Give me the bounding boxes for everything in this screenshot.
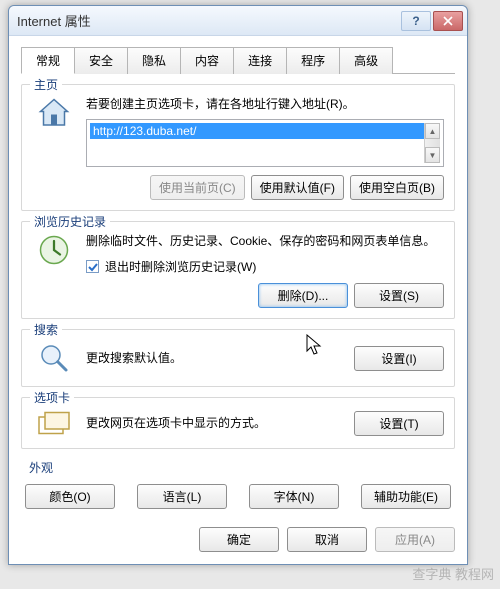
- delete-on-exit-checkbox[interactable]: 退出时删除浏览历史记录(W): [86, 258, 444, 275]
- fonts-button[interactable]: 字体(N): [249, 484, 339, 509]
- appearance-title: 外观: [25, 459, 451, 476]
- dialog-content: 常规 安全 隐私 内容 连接 程序 高级 主页 若要创建主页选项卡，请在各地址行…: [9, 36, 467, 564]
- tab-privacy[interactable]: 隐私: [127, 47, 181, 74]
- search-title: 搜索: [30, 321, 62, 338]
- homepage-title: 主页: [30, 76, 62, 93]
- close-button[interactable]: [433, 11, 463, 31]
- apply-button: 应用(A): [375, 527, 455, 552]
- tab-advanced[interactable]: 高级: [339, 47, 393, 74]
- home-icon: [36, 95, 72, 131]
- tabs-group: 选项卡 更改网页在选项卡中显示的方式。 设置(T): [21, 397, 455, 449]
- use-default-button[interactable]: 使用默认值(F): [251, 175, 344, 200]
- tabs-title: 选项卡: [30, 389, 74, 406]
- tab-programs[interactable]: 程序: [286, 47, 340, 74]
- scroll-down-icon[interactable]: ▼: [425, 147, 440, 163]
- history-group: 浏览历史记录 删除临时文件、历史记录、Cookie、保存的密码和网页表单信息。 …: [21, 221, 455, 319]
- delete-button[interactable]: 删除(D)...: [258, 283, 348, 308]
- checkbox-icon: [86, 260, 99, 273]
- close-icon: [443, 16, 453, 26]
- accessibility-button[interactable]: 辅助功能(E): [361, 484, 451, 509]
- watermark-text: 查字典 教程网: [412, 564, 494, 583]
- homepage-instruction: 若要创建主页选项卡，请在各地址行键入地址(R)。: [86, 95, 444, 113]
- tab-security[interactable]: 安全: [74, 47, 128, 74]
- homepage-group: 主页 若要创建主页选项卡，请在各地址行键入地址(R)。 http://123.d…: [21, 84, 455, 211]
- tab-general[interactable]: 常规: [21, 47, 75, 74]
- tab-bar: 常规 安全 隐私 内容 连接 程序 高级: [21, 46, 455, 74]
- history-title: 浏览历史记录: [30, 213, 110, 230]
- homepage-url-input[interactable]: http://123.duba.net/ ▲ ▼: [86, 119, 444, 167]
- checkbox-label: 退出时删除浏览历史记录(W): [105, 258, 256, 275]
- tabs-desc: 更改网页在选项卡中显示的方式。: [86, 414, 344, 432]
- history-settings-button[interactable]: 设置(S): [354, 283, 444, 308]
- search-settings-button[interactable]: 设置(I): [354, 346, 444, 371]
- search-desc: 更改搜索默认值。: [86, 349, 344, 367]
- ok-button[interactable]: 确定: [199, 527, 279, 552]
- use-current-button: 使用当前页(C): [150, 175, 245, 200]
- dialog-window: Internet 属性 ? 常规 安全 隐私 内容 连接 程序 高级 主页: [8, 5, 468, 565]
- titlebar[interactable]: Internet 属性 ?: [9, 6, 467, 36]
- language-button[interactable]: 语言(L): [137, 484, 227, 509]
- appearance-group: 外观 颜色(O) 语言(L) 字体(N) 辅助功能(E): [21, 459, 455, 511]
- history-desc: 删除临时文件、历史记录、Cookie、保存的密码和网页表单信息。: [86, 232, 444, 250]
- tab-content[interactable]: 内容: [180, 47, 234, 74]
- window-title: Internet 属性: [17, 11, 401, 30]
- scroll-up-icon[interactable]: ▲: [425, 123, 440, 139]
- tab-connections[interactable]: 连接: [233, 47, 287, 74]
- dialog-button-row: 确定 取消 应用(A): [21, 519, 455, 552]
- tabs-icon: [36, 408, 72, 438]
- search-group: 搜索 更改搜索默认值。 设置(I): [21, 329, 455, 387]
- use-blank-button[interactable]: 使用空白页(B): [350, 175, 444, 200]
- colors-button[interactable]: 颜色(O): [25, 484, 115, 509]
- search-icon: [36, 340, 72, 376]
- homepage-url-value: http://123.duba.net/: [90, 123, 424, 139]
- history-icon: [36, 232, 72, 268]
- cancel-button[interactable]: 取消: [287, 527, 367, 552]
- help-button[interactable]: ?: [401, 11, 431, 31]
- tabs-settings-button[interactable]: 设置(T): [354, 411, 444, 436]
- url-scrollbar[interactable]: ▲ ▼: [424, 123, 440, 163]
